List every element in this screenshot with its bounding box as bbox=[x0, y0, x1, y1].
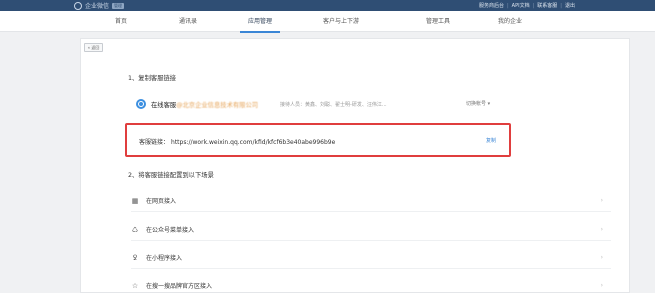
official-account-icon: ♺ bbox=[131, 225, 139, 234]
scene-official-account[interactable]: ♺ 在公众号菜单接入 › bbox=[131, 219, 611, 241]
top-links: 服务商后台 | API文档 | 联系客服 | 退出 bbox=[479, 1, 575, 10]
scene-label: 在网页接入 bbox=[146, 198, 177, 205]
main-nav: 首页 通讯录 应用管理 客户与上下游 管理工具 我的企业 bbox=[0, 11, 655, 33]
top-link-logout[interactable]: 退出 bbox=[565, 2, 575, 9]
app-logo[interactable]: 企业微信 管理 bbox=[74, 1, 125, 10]
divider: | bbox=[560, 2, 562, 9]
top-bar: 企业微信 管理 服务商后台 | API文档 | 联系客服 | 退出 bbox=[0, 0, 655, 11]
service-org: @北京企业信息技术有限公司 bbox=[176, 101, 259, 109]
divider: | bbox=[506, 2, 509, 9]
back-button[interactable]: « 返回 bbox=[84, 43, 103, 52]
tab-customers[interactable]: 客户与上下游 bbox=[312, 11, 370, 32]
step2-title: 2、将客服链接配置到以下场景 bbox=[128, 172, 214, 179]
service-link-label: 客服链接： bbox=[139, 139, 170, 146]
app-name: 企业微信 bbox=[85, 3, 110, 10]
chevron-right-icon: › bbox=[600, 226, 603, 233]
tab-my-enterprise[interactable]: 我的企业 bbox=[490, 11, 530, 32]
copy-link-button[interactable]: 复制 bbox=[486, 137, 496, 144]
service-name: 在线客服 bbox=[151, 101, 177, 109]
chevron-right-icon: › bbox=[600, 254, 603, 261]
step1-title: 1、复制客服链接 bbox=[128, 75, 177, 82]
wecom-logo-icon bbox=[74, 1, 82, 10]
content-card: « 返回 1、复制客服链接 在线客服 @北京企业信息技术有限公司 接待人员：黄鑫… bbox=[80, 38, 630, 293]
search-brand-icon: ☆ bbox=[131, 281, 139, 290]
tab-app-management[interactable]: 应用管理 bbox=[240, 11, 280, 33]
scene-label: 在小程序接入 bbox=[146, 255, 183, 262]
switch-account-dropdown[interactable]: 切换帐号 ▾ bbox=[466, 100, 490, 107]
tab-home[interactable]: 首页 bbox=[103, 11, 139, 32]
mini-program-icon: ꝿ bbox=[132, 253, 138, 262]
service-link[interactable]: 客服链接： https://work.weixin.qq.com/kfid/kfc… bbox=[139, 137, 335, 146]
service-link-url[interactable]: https://work.weixin.qq.com/kfid/kfcf6b3e… bbox=[171, 139, 335, 146]
top-link-contact-support[interactable]: 联系客服 bbox=[537, 2, 557, 9]
top-link-api-docs[interactable]: API文档 bbox=[512, 2, 530, 9]
scene-webpage[interactable]: ▦ 在网页接入 › bbox=[131, 190, 611, 212]
tab-contacts[interactable]: 通讯录 bbox=[168, 11, 208, 32]
admin-badge: 管理 bbox=[112, 2, 125, 9]
divider: | bbox=[532, 2, 535, 9]
scene-mini-program[interactable]: ꝿ 在小程序接入 › bbox=[131, 247, 611, 269]
scene-label: 在搜一搜品牌官方区接入 bbox=[146, 283, 213, 290]
service-account-row: 在线客服 @北京企业信息技术有限公司 接待人员：黄鑫、刘聪、翟士明-研发、汪伟江… bbox=[136, 97, 516, 111]
chevron-right-icon: › bbox=[600, 197, 603, 204]
service-staff: 接待人员：黄鑫、刘聪、翟士明-研发、汪伟江... bbox=[280, 101, 387, 108]
chevron-right-icon: › bbox=[600, 282, 603, 289]
top-link-provider-backend[interactable]: 服务商后台 bbox=[479, 2, 504, 9]
scene-search-brand[interactable]: ☆ 在搜一搜品牌官方区接入 › bbox=[131, 275, 611, 293]
tab-management-tools[interactable]: 管理工具 bbox=[418, 11, 458, 32]
webpage-icon: ▦ bbox=[131, 196, 139, 205]
customer-service-icon bbox=[136, 99, 146, 109]
scene-label: 在公众号菜单接入 bbox=[146, 227, 195, 234]
